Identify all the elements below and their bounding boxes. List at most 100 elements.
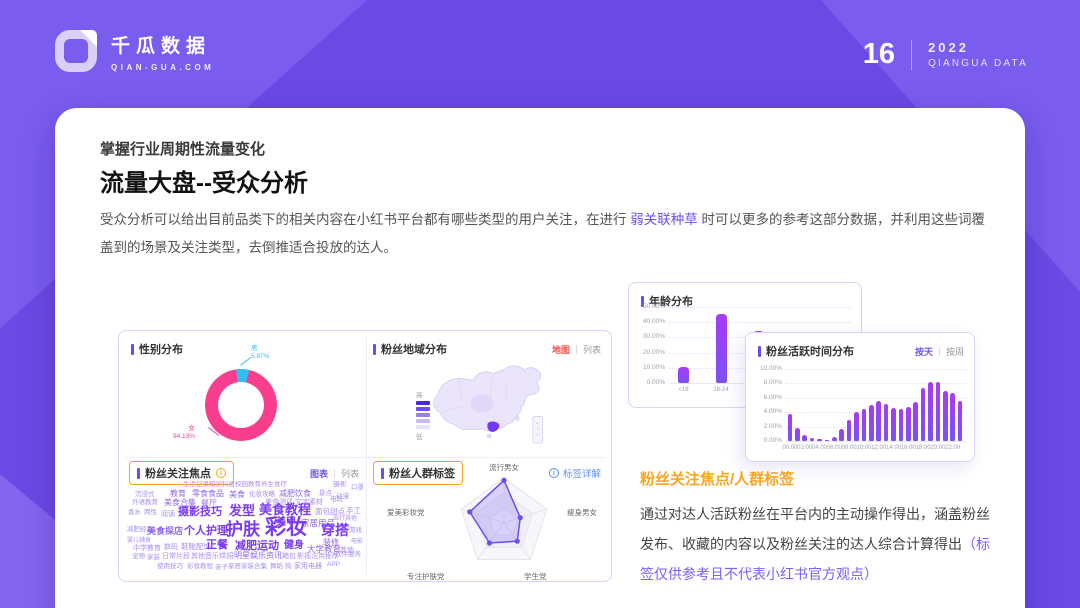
bar [825, 440, 830, 441]
intro-highlight: 弱关联种草 [630, 212, 698, 227]
bar [854, 412, 859, 441]
section-kicker: 掌握行业周期性流量变化 [100, 138, 265, 159]
section-tick [381, 468, 384, 479]
cloud-word: 阅读 [161, 511, 175, 518]
cloud-word: 零食食品 [192, 490, 224, 498]
cloud-word: 明星娱乐资讯 [234, 552, 282, 560]
y-tick: 40.00% [633, 318, 665, 325]
bar [921, 388, 926, 441]
donut-hole [218, 382, 264, 428]
bar [832, 437, 837, 441]
focus-title: 粉丝关注焦点 [145, 465, 211, 481]
bar [839, 429, 844, 441]
cloud-word: 中学教育 [133, 545, 161, 552]
hainan-island [487, 434, 491, 438]
region-section-header: 粉丝地域分布 地图列表 [373, 341, 601, 357]
bar [936, 382, 941, 441]
y-tick: 10.00% [633, 364, 665, 371]
content-card: 掌握行业周期性流量变化 流量大盘--受众分析 受众分析可以给出目前品类下的相关内… [55, 108, 1025, 608]
cloud-word: 穿搭 [321, 523, 349, 537]
y-tick: 4.00% [750, 408, 782, 415]
section-tick [373, 344, 376, 355]
taiwan-island [516, 415, 520, 421]
time-section-header: 粉丝活跃时间分布 按天按周 [758, 343, 964, 359]
bar [943, 391, 948, 441]
focus-toggle[interactable]: 图表列表 [310, 467, 359, 480]
cloud-word: 摄影 [333, 481, 347, 488]
gender-donut [205, 369, 277, 441]
wordcloud: 生活记录知识科普校园教育养生食疗摄影口罩沉浸式教育零食食品美食化妆攻略减肥饮食景… [127, 481, 363, 575]
cloud-word: 两性 [144, 510, 157, 517]
region-title: 粉丝地域分布 [381, 341, 447, 357]
y-tick: 10.00% [750, 365, 782, 372]
report-source: QIANGUA DATA [928, 58, 1028, 69]
cloud-word: 护肤 [226, 521, 260, 538]
cloud-word: 减肥饮食 [279, 490, 311, 498]
cloud-word: 宠物 [132, 554, 145, 561]
gridline [669, 322, 851, 323]
cloud-word: 个人护理 [184, 526, 228, 537]
cloud-word: 手工 [346, 507, 361, 515]
toggle-option-地图[interactable]: 地图 [552, 343, 570, 356]
bar [716, 314, 727, 383]
cloud-word: 香水 [128, 510, 141, 517]
cloud-word: 游戏 [349, 528, 362, 535]
note-text: 通过对达人活跃粉丝在平台内的主动操作得出，涵盖粉丝发布、收藏的内容以及粉丝关注的… [640, 506, 990, 552]
info-icon[interactable]: i [216, 468, 226, 478]
cloud-word: 数码 [164, 544, 178, 551]
y-tick: 2.00% [750, 423, 782, 430]
toggle-separator [939, 347, 940, 356]
note-block: 粉丝关注焦点/人群标签 通过对达人活跃粉丝在平台内的主动操作得出，涵盖粉丝发布、… [640, 468, 996, 589]
toggle-separator [334, 469, 335, 478]
cloud-word: 家居家装合集 [228, 564, 267, 571]
cloud-word: APP [327, 562, 340, 569]
highlighted-region-guangdong [487, 422, 499, 432]
brand-logo: 千瓜数据 QIAN-GUA.COM [55, 30, 214, 72]
cloud-word: 舞蹈 [270, 564, 283, 571]
cloud-word: 美食 [229, 491, 245, 499]
bar [913, 402, 918, 441]
cloud-word: 亲子 [215, 565, 228, 572]
cloud-word: 沉浸式 [135, 492, 155, 499]
time-chart-card: 粉丝活跃时间分布 按天按周 10.00%8.00%6.00%4.00%2.00%… [745, 332, 975, 462]
note-title: 粉丝关注焦点/人群标签 [640, 468, 996, 489]
male-leader-line [240, 357, 251, 366]
intro-paragraph: 受众分析可以给出目前品类下的相关内容在小红书平台都有哪些类型的用户关注，在进行 … [100, 206, 986, 262]
y-tick: 50.00% [633, 303, 665, 310]
gridline [786, 369, 966, 370]
cloud-word: 日常片段 [162, 553, 190, 560]
toggle-option-按周[interactable]: 按周 [946, 345, 964, 358]
x-tick: 22:00 [940, 445, 966, 451]
cloud-word: 软件服务 [335, 552, 361, 559]
cloud-word: 口罩 [351, 485, 363, 492]
cloud-word: 美食探店 [147, 527, 183, 536]
toggle-option-列表[interactable]: 列表 [341, 467, 359, 480]
section-tick [758, 346, 761, 357]
cloud-word: 电影 [351, 539, 363, 545]
time-toggle[interactable]: 按天按周 [915, 345, 964, 358]
slide: 千瓜数据 QIAN-GUA.COM 16 2022 QIANGUA DATA 掌… [0, 0, 1080, 608]
page-title: 流量大盘--受众分析 [100, 163, 308, 198]
radar-axis-label: 专注护肤党 [407, 571, 445, 582]
toggle-option-图表[interactable]: 图表 [310, 467, 328, 480]
bar [958, 401, 963, 441]
page-info: 16 2022 QIANGUA DATA [863, 38, 1028, 71]
toggle-option-按天[interactable]: 按天 [915, 345, 933, 358]
cloud-word: 发型 [229, 504, 255, 517]
bar [795, 428, 800, 441]
radar-chart [424, 459, 584, 589]
x-tick: <18 [671, 387, 697, 393]
bar [884, 404, 889, 441]
cloud-word: 彩妆 [265, 517, 307, 538]
china-map [427, 361, 547, 449]
cloud-word: 健身 [284, 541, 304, 551]
region-toggle[interactable]: 地图列表 [552, 343, 601, 356]
cloud-word: 箱包 [282, 553, 296, 560]
bar [899, 409, 904, 441]
page-divider [911, 40, 912, 70]
brand-domain: QIAN-GUA.COM [111, 63, 214, 72]
gridline [669, 307, 851, 308]
toggle-option-列表[interactable]: 列表 [583, 343, 601, 356]
bar [817, 439, 822, 441]
bar [862, 409, 867, 441]
